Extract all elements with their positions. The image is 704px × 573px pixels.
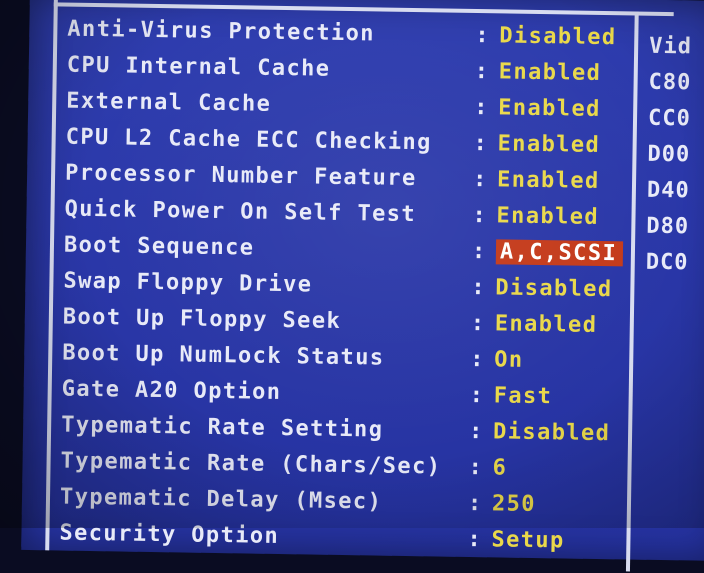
setting-label: External Cache <box>66 88 272 117</box>
setting-value[interactable]: Enabled <box>498 95 601 122</box>
separator: : <box>470 310 486 337</box>
shadow-address: D80 <box>646 213 690 240</box>
setting-value[interactable]: Enabled <box>495 311 598 338</box>
setting-label: Typematic Delay (Msec) <box>59 484 383 515</box>
shadow-address: CC0 <box>647 105 692 132</box>
separator: : <box>472 202 488 229</box>
separator: : <box>467 526 483 553</box>
setting-label: Processor Number Feature <box>64 160 417 192</box>
setting-label: CPU L2 Cache ECC Checking <box>65 124 432 156</box>
shadow-address: C80 <box>648 69 692 96</box>
right-column-header: Vid <box>648 33 693 60</box>
setting-value[interactable]: Disabled <box>499 23 617 50</box>
setting-row-security-option[interactable]: Security Option : Setup <box>59 521 659 564</box>
setting-value[interactable]: Enabled <box>496 203 599 230</box>
setting-label: Boot Up Floppy Seek <box>62 304 342 334</box>
separator: : <box>468 454 484 481</box>
setting-label: Anti-Virus Protection <box>67 16 376 47</box>
separator: : <box>471 238 487 265</box>
setting-label: Swap Floppy Drive <box>63 268 313 298</box>
setting-value[interactable]: Fast <box>493 383 552 409</box>
setting-label: Typematic Rate (Chars/Sec) <box>60 448 442 480</box>
setting-value[interactable]: Disabled <box>495 275 613 302</box>
shadow-address: D40 <box>646 177 690 204</box>
separator: : <box>471 274 487 301</box>
frame-border-left <box>45 0 58 551</box>
separator: : <box>474 58 490 85</box>
separator: : <box>475 23 491 49</box>
separator: : <box>472 166 488 193</box>
setting-value-selected[interactable]: A,C,SCSI <box>495 239 624 267</box>
separator: : <box>473 130 489 157</box>
setting-value[interactable]: 250 <box>492 491 536 517</box>
shadow-address: DC0 <box>645 249 689 276</box>
setting-label: Typematic Rate Setting <box>60 412 384 443</box>
separator: : <box>474 94 490 121</box>
setting-value[interactable]: On <box>494 347 524 372</box>
setting-value[interactable]: Enabled <box>499 59 602 86</box>
separator: : <box>467 490 483 517</box>
shadow-address: D00 <box>647 141 691 168</box>
separator: : <box>468 418 484 445</box>
setting-value[interactable]: Setup <box>491 527 565 553</box>
frame-border-top <box>53 2 674 17</box>
bios-screen: Anti-Virus Protection : Disabled CPU Int… <box>21 0 704 572</box>
setting-value[interactable]: 6 <box>492 455 507 480</box>
separator: : <box>469 382 485 409</box>
setting-value[interactable]: Disabled <box>493 419 611 446</box>
setting-label: Quick Power On Self Test <box>64 196 417 228</box>
setting-label: Security Option <box>59 520 280 549</box>
setting-label: Gate A20 Option <box>61 376 282 405</box>
setting-label: Boot Up NumLock Status <box>62 340 385 371</box>
separator: : <box>470 346 486 373</box>
setting-label: CPU Internal Cache <box>66 52 331 82</box>
setting-label: Boot Sequence <box>63 232 255 261</box>
setting-value[interactable]: Enabled <box>497 131 600 158</box>
setting-value[interactable]: Enabled <box>497 167 600 194</box>
